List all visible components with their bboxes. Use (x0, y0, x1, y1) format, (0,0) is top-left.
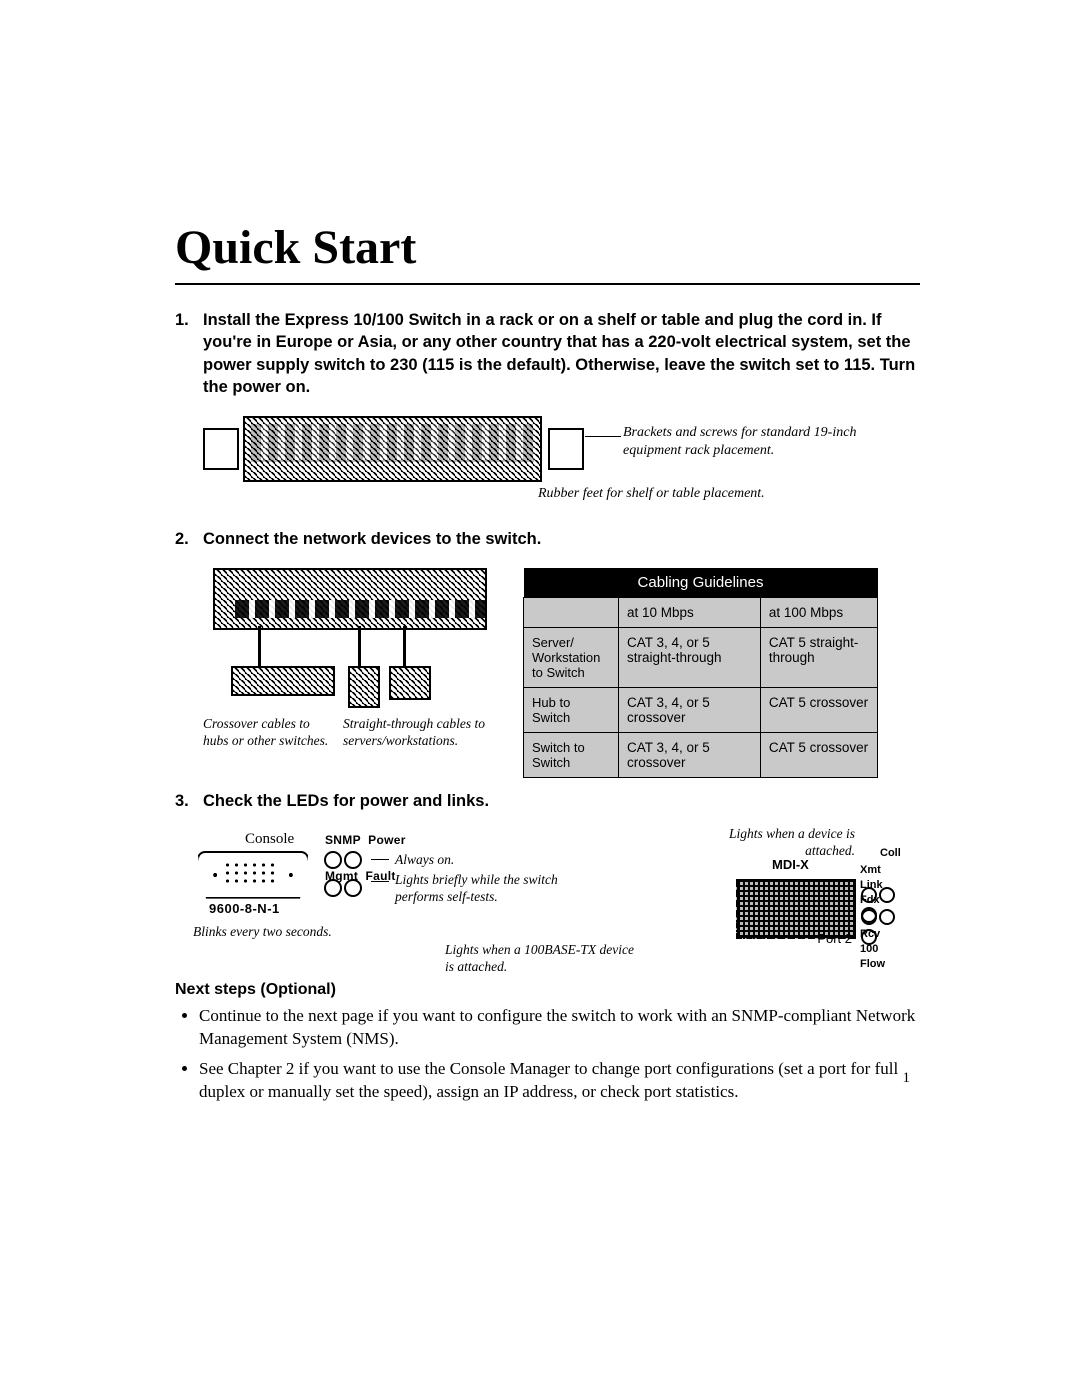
cable-icon (403, 626, 406, 666)
rj45-port-icon (736, 879, 856, 939)
step-1-text: Install the Express 10/100 Switch in a r… (203, 309, 920, 398)
next-steps-heading: Next steps (Optional) (175, 981, 920, 999)
console-label: Console (245, 831, 294, 848)
workstation-icon (389, 666, 431, 700)
table-cell: CAT 3, 4, or 5 crossover (619, 688, 761, 733)
blinks-annotation: Blinks every two seconds. (193, 923, 393, 941)
switch-front-icon (213, 568, 487, 630)
power-label: Power (368, 833, 406, 847)
port-leds-diagram: MDI-X Xmt Link Fdx Rcv 100 Flow Coll (730, 855, 900, 953)
step-3: 3. Check the LEDs for power and links. (175, 790, 920, 812)
hub-icon (231, 666, 335, 696)
table-cell: CAT 5 crossover (760, 688, 877, 733)
list-item: Continue to the next page if you want to… (199, 1005, 920, 1051)
cable-icon (258, 626, 261, 666)
led-icon (879, 909, 895, 925)
cable-icon (358, 626, 361, 666)
page-content: Quick Start 1. Install the Express 10/10… (0, 0, 1080, 1104)
bracket-right-icon (548, 428, 584, 470)
led-icon (344, 879, 362, 897)
table-cell: CAT 5 straight-through (760, 628, 877, 688)
crossover-caption: Crossover cables to hubs or other switch… (203, 716, 333, 750)
table-row-label: Switch to Switch (524, 733, 619, 778)
pin-grid-icon (223, 861, 279, 885)
bracket-caption: Brackets and screws for standard 19-inch… (623, 424, 873, 460)
selftests-annotation: Lights briefly while the switch performs… (395, 871, 605, 906)
step-1-number: 1. (175, 309, 193, 398)
xmt-label: Xmt (860, 864, 881, 876)
flow-label: Flow (860, 958, 885, 970)
switch-rear-icon (243, 416, 542, 482)
snmp-label: SNMP (325, 833, 361, 847)
table-corner (524, 598, 619, 628)
led-icon (324, 851, 342, 869)
col-10mbps: at 10 Mbps (619, 598, 761, 628)
col-100mbps: at 100 Mbps (760, 598, 877, 628)
step-1: 1. Install the Express 10/100 Switch in … (175, 309, 920, 398)
table-cell: CAT 3, 4, or 5 straight-through (619, 628, 761, 688)
straight-caption: Straight-through cables to servers/works… (343, 716, 513, 750)
step-3-text: Check the LEDs for power and links. (203, 790, 489, 812)
led-icon (879, 887, 895, 903)
table-cell: CAT 3, 4, or 5 crossover (619, 733, 761, 778)
leader-line (585, 436, 621, 437)
step-2: 2. Connect the network devices to the sw… (175, 528, 920, 550)
always-on-annotation: Always on. (395, 851, 454, 869)
rcv-label: Rcv (860, 928, 880, 940)
next-steps-list: Continue to the next page if you want to… (175, 1005, 920, 1105)
bracket-left-icon (203, 428, 239, 470)
feet-caption: Rubber feet for shelf or table placement… (538, 486, 765, 502)
table-cell: CAT 5 crossover (760, 733, 877, 778)
title-rule (175, 283, 920, 285)
table-row-label: Hub to Switch (524, 688, 619, 733)
figure-leds: Console 9600-8-N-1 SNMP Power Mgmt Fault… (175, 831, 920, 971)
led-icon (344, 851, 362, 869)
tx100-annotation: Lights when a 100BASE-TX device is attac… (445, 941, 645, 976)
cabling-guidelines-table: Cabling Guidelines at 10 Mbps at 100 Mbp… (523, 568, 878, 778)
port2-label: Port 2 (817, 931, 852, 946)
step-3-number: 3. (175, 790, 193, 812)
led-icons (323, 851, 363, 907)
mdix-label: MDI-X (772, 857, 809, 872)
page-number: 1 (903, 1070, 911, 1087)
led-icon (324, 879, 342, 897)
list-item: See Chapter 2 if you want to use the Con… (199, 1058, 920, 1104)
figure-cabling: Crossover cables to hubs or other switch… (203, 568, 920, 768)
port-led-labels-2: Rcv 100 Flow (860, 927, 900, 973)
page-title: Quick Start (175, 220, 920, 275)
led-icon (861, 909, 877, 925)
figure-rack-mount: Brackets and screws for standard 19-inch… (203, 416, 920, 506)
coll-label: Coll (880, 847, 901, 859)
step-2-text: Connect the network devices to the switc… (203, 528, 541, 550)
led-icon (861, 887, 877, 903)
cabling-header: Cabling Guidelines (524, 568, 878, 598)
cabling-diagram: Crossover cables to hubs or other switch… (203, 568, 503, 768)
step-2-number: 2. (175, 528, 193, 550)
table-row-label: Server/ Workstation to Switch (524, 628, 619, 688)
p100-label: 100 (860, 943, 878, 955)
model-label: 9600-8-N-1 (209, 901, 280, 916)
server-icon (348, 666, 380, 708)
